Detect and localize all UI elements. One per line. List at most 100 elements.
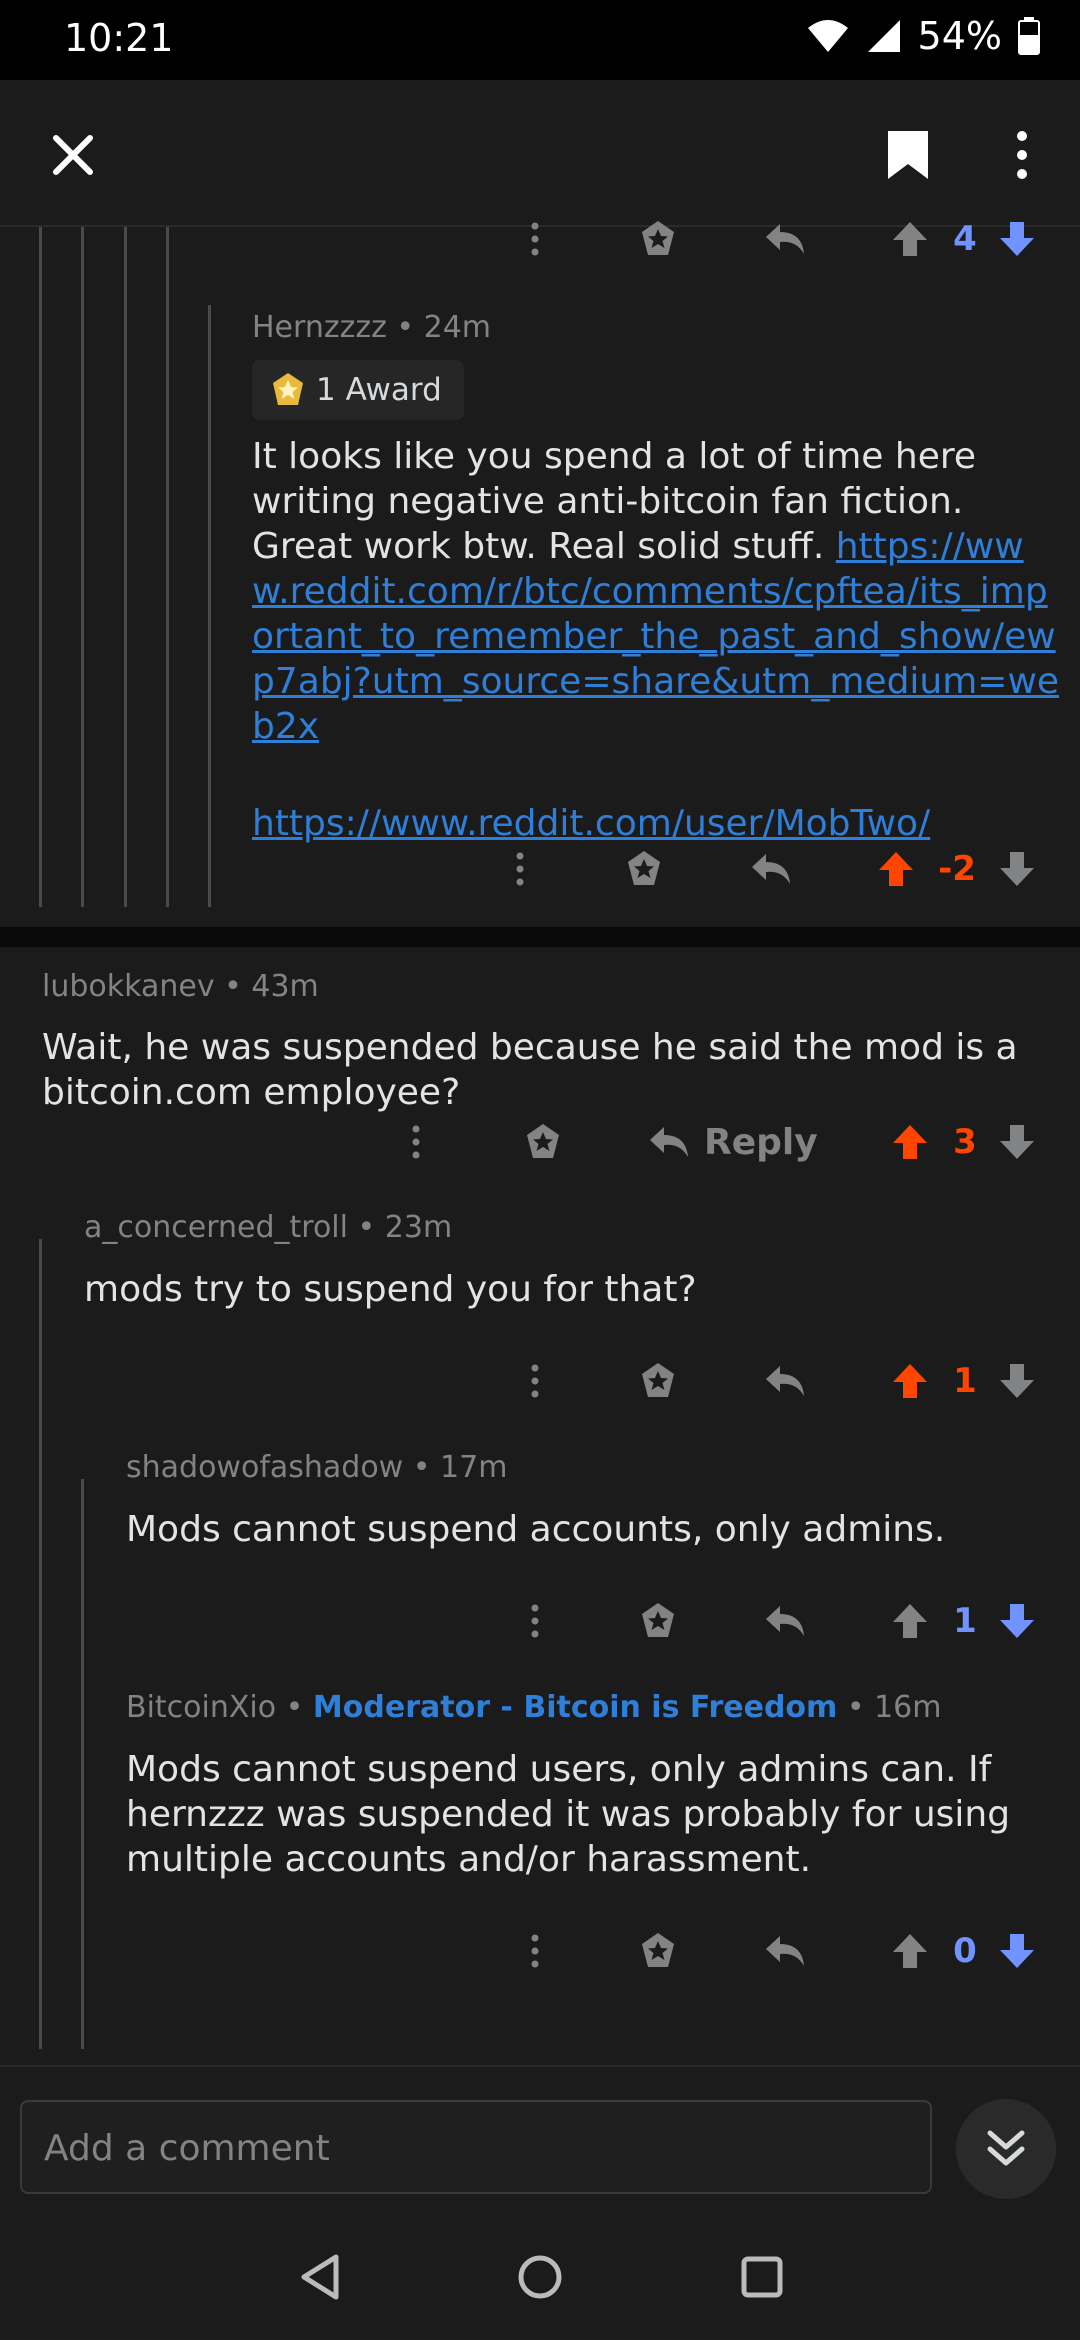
comment-time: 16m <box>874 1690 942 1725</box>
system-nav-bar <box>0 2215 1080 2340</box>
comment-author[interactable]: shadowofashadow <box>126 1450 403 1485</box>
wifi-icon <box>807 20 848 52</box>
comment-actions: -2 <box>0 839 1080 899</box>
upvote-button[interactable] <box>890 1351 930 1411</box>
comment-more-button[interactable] <box>520 209 550 269</box>
reply-icon <box>766 1936 804 1966</box>
score: 4 <box>953 219 977 259</box>
comment-author[interactable]: lubokkanev <box>42 969 215 1004</box>
comment-meta: lubokkanev • 43m <box>42 969 319 1004</box>
home-circle-icon <box>518 2255 562 2299</box>
award-badge[interactable]: 1 Award <box>252 360 464 420</box>
more-vertical-icon <box>531 222 539 256</box>
downvote-icon <box>1000 852 1034 886</box>
comment-meta: BitcoinXio • Moderator - Bitcoin is Free… <box>126 1690 942 1725</box>
award-button[interactable] <box>636 1921 680 1981</box>
reply-button[interactable] <box>748 839 794 899</box>
upvote-button[interactable] <box>890 1921 930 1981</box>
upvote-button[interactable] <box>876 839 916 899</box>
comment-body: Wait, he was suspended because he said t… <box>42 1027 1018 1113</box>
upvote-icon <box>893 1125 927 1159</box>
downvote-button[interactable] <box>997 1112 1037 1172</box>
comment-more-button[interactable] <box>520 1351 550 1411</box>
comment-actions: 1 <box>0 1591 1080 1651</box>
comment-more-button[interactable] <box>520 1921 550 1981</box>
reply-icon <box>752 854 790 884</box>
thread-separator <box>0 927 1080 947</box>
close-button[interactable] <box>38 120 108 190</box>
comment-author[interactable]: a_concerned_troll <box>84 1210 348 1245</box>
more-vertical-icon <box>531 1364 539 1398</box>
comment-actions: 4 <box>0 209 1080 269</box>
downvote-icon <box>1000 222 1034 256</box>
top-toolbar <box>0 80 1080 227</box>
reply-button[interactable] <box>762 1351 808 1411</box>
downvote-button[interactable] <box>997 1591 1037 1651</box>
back-triangle-icon <box>301 2254 339 2300</box>
upvote-button[interactable] <box>890 209 930 269</box>
reply-icon <box>766 1606 804 1636</box>
reply-button[interactable] <box>762 1921 808 1981</box>
more-options-button[interactable] <box>987 120 1057 190</box>
upvote-button[interactable] <box>890 1591 930 1651</box>
comment-time: 17m <box>440 1450 508 1485</box>
award-button[interactable] <box>636 209 680 269</box>
comment-actions: 1 <box>0 1351 1080 1411</box>
comment-author[interactable]: Hernzzzz <box>252 310 387 345</box>
comment-author[interactable]: BitcoinXio <box>126 1690 276 1725</box>
downvote-button[interactable] <box>997 1921 1037 1981</box>
next-comment-button[interactable] <box>956 2099 1056 2199</box>
award-icon <box>642 221 674 255</box>
downvote-button[interactable] <box>997 209 1037 269</box>
award-button[interactable] <box>521 1112 565 1172</box>
award-icon <box>642 1363 674 1397</box>
comment-composer: Add a comment <box>0 2065 1080 2217</box>
upvote-icon <box>893 1364 927 1398</box>
save-button[interactable] <box>873 120 943 190</box>
comment-more-button[interactable] <box>401 1112 431 1172</box>
score: -2 <box>938 849 976 889</box>
upvote-icon <box>893 1934 927 1968</box>
comment-meta: Hernzzzz • 24m <box>252 310 492 345</box>
reply-icon <box>766 224 804 254</box>
downvote-button[interactable] <box>997 1351 1037 1411</box>
comment-body: mods try to suspend you for that? <box>84 1269 697 1310</box>
more-vertical-icon <box>1017 131 1027 179</box>
thread-line <box>124 227 127 907</box>
award-button[interactable] <box>622 839 666 899</box>
home-button[interactable] <box>508 2245 572 2309</box>
downvote-button[interactable] <box>997 839 1037 899</box>
bookmark-icon <box>888 131 928 179</box>
award-button[interactable] <box>636 1591 680 1651</box>
downvote-icon <box>1000 1125 1034 1159</box>
close-icon <box>53 135 93 175</box>
comment-meta: shadowofashadow • 17m <box>126 1450 508 1485</box>
upvote-button[interactable] <box>890 1112 930 1172</box>
add-comment-input[interactable]: Add a comment <box>20 2100 932 2194</box>
back-button[interactable] <box>288 2245 352 2309</box>
thread-line <box>39 227 42 907</box>
reply-button[interactable] <box>762 209 808 269</box>
comment-more-button[interactable] <box>520 1591 550 1651</box>
comment-body: It looks like you spend a lot of time he… <box>252 436 1060 844</box>
more-vertical-icon <box>531 1934 539 1968</box>
comment-card: lubokkanev • 43m Wait, he was suspended … <box>0 947 1080 2065</box>
more-vertical-icon <box>531 1604 539 1638</box>
upvote-icon <box>893 1604 927 1638</box>
comment-link[interactable]: https://www.reddit.com/user/MobTwo/ <box>252 803 930 844</box>
comment-time: 24m <box>423 310 492 345</box>
recents-square-icon <box>741 2256 783 2298</box>
award-icon <box>527 1124 559 1158</box>
comment-more-button[interactable] <box>505 839 535 899</box>
upvote-icon <box>879 852 913 886</box>
recents-button[interactable] <box>730 2245 794 2309</box>
thread-line <box>81 227 84 907</box>
score: 1 <box>953 1361 977 1401</box>
double-chevron-down-icon <box>987 2130 1025 2166</box>
reply-button[interactable] <box>762 1591 808 1651</box>
score: 1 <box>953 1601 977 1641</box>
reply-label: Reply <box>704 1121 818 1163</box>
reply-button[interactable]: Reply <box>648 1112 818 1172</box>
award-label: 1 Award <box>316 372 442 408</box>
award-button[interactable] <box>636 1351 680 1411</box>
